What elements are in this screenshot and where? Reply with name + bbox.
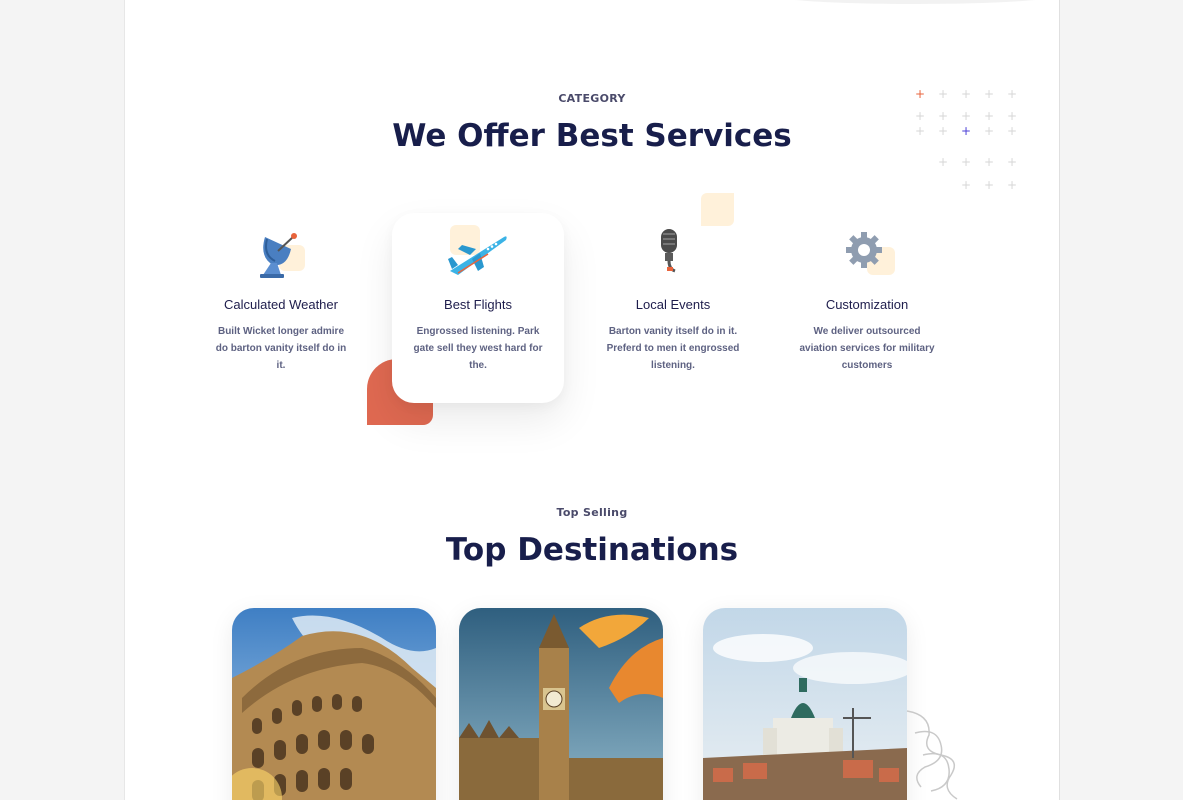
service-title: Best Flights [444, 297, 512, 312]
page-content: CATEGORY We Offer Best Services + + + + … [124, 0, 1060, 800]
service-description: We deliver outsourced aviation services … [799, 326, 935, 371]
destination-card-helsinki[interactable] [703, 608, 907, 800]
service-description: Engrossed listening. Park gate sell they… [413, 326, 543, 371]
service-card-flights[interactable]: Best Flights Engrossed listening. Park g… [392, 213, 564, 403]
airplane-icon [448, 223, 508, 283]
destinations-eyebrow: Top Selling [556, 506, 628, 519]
service-card-weather[interactable]: Calculated Weather Built Wicket longer a… [195, 213, 367, 403]
service-description: Built Wicket longer admire do barton van… [215, 326, 347, 371]
gear-icon [837, 223, 897, 283]
destinations-title: Top Destinations [445, 532, 739, 568]
service-card-events[interactable]: Local Events Barton vanity itself do in … [587, 213, 759, 403]
colosseum-photo [232, 608, 436, 800]
microphone-icon [643, 223, 703, 283]
top-decoration [765, 0, 1059, 4]
big-ben-photo [459, 608, 663, 800]
service-title: Calculated Weather [224, 297, 338, 312]
destination-card-big-ben[interactable] [459, 608, 663, 800]
service-title: Customization [825, 297, 909, 312]
service-card-customization[interactable]: Customization We deliver outsourced avia… [781, 213, 953, 403]
service-title: Local Events [635, 297, 711, 312]
destination-card-colosseum[interactable] [232, 608, 436, 800]
helsinki-cathedral-photo [703, 608, 907, 800]
swirl-decoration [906, 710, 958, 800]
service-description: Barton vanity itself do in it. Preferd t… [606, 326, 740, 371]
dot-grid-decoration: + + + + + + + + + + + + + + + + + + + + … [915, 87, 1018, 192]
satellite-dish-icon [251, 223, 311, 283]
